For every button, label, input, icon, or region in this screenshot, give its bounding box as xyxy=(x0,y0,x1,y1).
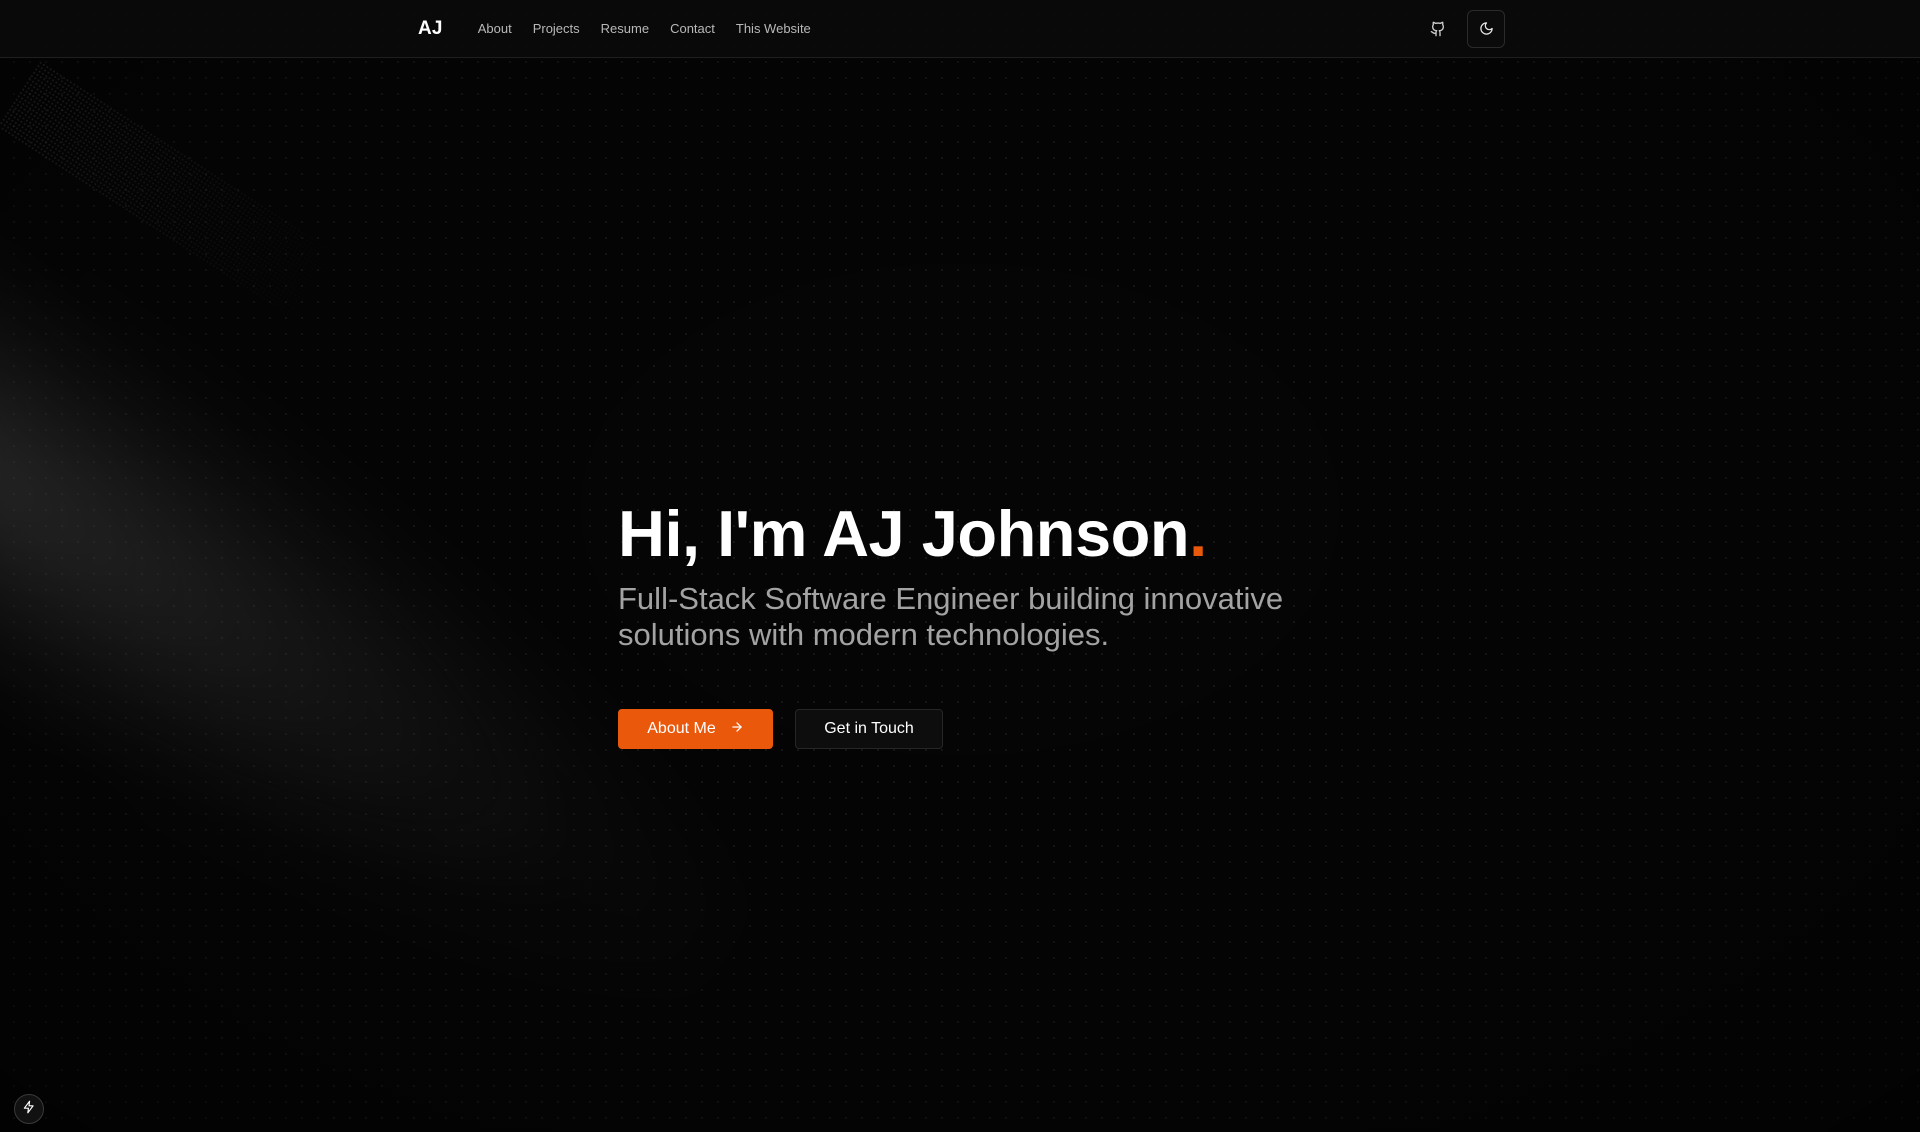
github-button[interactable] xyxy=(1421,12,1455,46)
hero-title-text: Hi, I'm AJ Johnson xyxy=(618,497,1190,570)
theme-toggle-button[interactable] xyxy=(1467,9,1505,48)
nav-link-resume[interactable]: Resume xyxy=(601,21,649,36)
hero-subtitle: Full-Stack Software Engineer building in… xyxy=(618,581,1284,652)
arrow-right-icon xyxy=(730,720,744,739)
brand-logo[interactable]: AJ xyxy=(418,18,443,40)
nav-link-projects[interactable]: Projects xyxy=(533,21,580,36)
navbar-inner: AJ About Projects Resume Contact This We… xyxy=(418,0,1505,57)
github-icon xyxy=(1430,21,1446,37)
hero-actions: About Me Get in Touch xyxy=(618,709,1418,749)
nav-actions xyxy=(1421,9,1505,48)
moon-icon xyxy=(1479,21,1494,36)
get-in-touch-button[interactable]: Get in Touch xyxy=(795,709,943,749)
nav-link-contact[interactable]: Contact xyxy=(670,21,715,36)
about-me-button-label: About Me xyxy=(647,720,716,737)
nav-link-this-website[interactable]: This Website xyxy=(736,21,811,36)
navbar: AJ About Projects Resume Contact This We… xyxy=(0,0,1920,58)
dev-tools-badge[interactable] xyxy=(14,1094,44,1124)
nav-links: About Projects Resume Contact This Websi… xyxy=(478,21,811,36)
get-in-touch-button-label: Get in Touch xyxy=(824,720,914,737)
lightning-icon xyxy=(22,1100,36,1119)
hero-title-dot: . xyxy=(1189,497,1207,570)
hero-title: Hi, I'm AJ Johnson. xyxy=(618,497,1418,571)
about-me-button[interactable]: About Me xyxy=(618,709,773,749)
hero-section: Hi, I'm AJ Johnson. Full-Stack Software … xyxy=(618,497,1418,749)
nav-link-about[interactable]: About xyxy=(478,21,512,36)
page: AJ About Projects Resume Contact This We… xyxy=(0,0,1920,1132)
